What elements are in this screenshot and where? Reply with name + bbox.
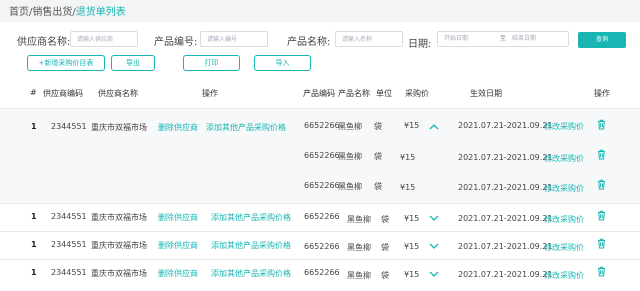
edit-price-link[interactable]: 修改采购价 <box>544 214 584 225</box>
breadcrumb: 首页/销售出货/退货单列表 <box>9 3 126 18</box>
product-name-label: 产品名称: <box>287 37 331 48</box>
trash-icon[interactable] <box>597 210 606 221</box>
product-name: 黑鱼柳 <box>347 243 371 252</box>
print-button[interactable]: 打印 <box>183 55 240 71</box>
product-name: 黑鱼柳 <box>347 271 371 280</box>
trash-icon[interactable] <box>597 266 606 277</box>
header-supplier-code: 供应商编码 <box>43 89 83 98</box>
product-code-input[interactable]: 请输入编号 <box>200 31 268 47</box>
product-name: 黑鱼柳 <box>338 152 362 161</box>
date-end[interactable]: 结束日期 <box>506 31 568 47</box>
trash-icon[interactable] <box>597 149 606 160</box>
header-effective-date: 生效日期 <box>470 89 502 98</box>
product-code: 6652266 <box>304 151 340 160</box>
delete-supplier-link[interactable]: 删除供应商 <box>158 212 198 223</box>
import-button[interactable]: 导入 <box>254 55 311 71</box>
product-code: 6652266 <box>304 212 340 221</box>
product-name: 黑鱼柳 <box>347 215 371 224</box>
header-supplier-name: 供应商名称 <box>98 89 138 98</box>
date-start[interactable]: 开始日期 <box>438 31 500 47</box>
product-code: 6652266 <box>304 268 340 277</box>
trash-icon[interactable] <box>597 179 606 190</box>
row-divider <box>0 203 640 204</box>
header-operations: 操作 <box>202 89 218 98</box>
header-actions: 操作 <box>594 89 610 98</box>
supplier-code: 2344551 <box>51 268 87 277</box>
edit-price-link[interactable]: 修改采购价 <box>544 183 584 194</box>
add-price-list-button[interactable]: +新增采购价目表 <box>27 55 105 71</box>
header-product-code: 产品编码 <box>303 89 335 98</box>
row-index: 1 <box>31 268 37 277</box>
row-index: 1 <box>31 240 37 249</box>
chevron-down-icon[interactable] <box>429 270 439 278</box>
unit: 袋 <box>374 122 382 131</box>
chevron-down-icon[interactable] <box>429 242 439 250</box>
effective-date: 2021.07.21-2021.09.21 <box>458 242 553 251</box>
trash-icon[interactable] <box>597 238 606 249</box>
supplier-code: 2344551 <box>51 240 87 249</box>
header-price: 采购价 <box>405 89 429 98</box>
effective-date: 2021.07.21-2021.09.21 <box>458 270 553 279</box>
price: ¥15 <box>400 183 416 192</box>
supplier-name: 重庆市双福市场 <box>91 123 147 132</box>
unit: 袋 <box>374 182 382 191</box>
effective-date: 2021.07.21-2021.09.21 <box>458 214 553 223</box>
price: ¥15 <box>404 242 420 251</box>
price: ¥15 <box>404 121 420 130</box>
delete-supplier-link[interactable]: 删除供应商 <box>158 240 198 251</box>
effective-date: 2021.07.21-2021.09.21 <box>458 121 553 130</box>
row-index: 1 <box>31 122 37 131</box>
header-product-name: 产品名称 <box>338 89 370 98</box>
product-code: 6652266 <box>304 121 340 130</box>
query-button[interactable]: 查询 <box>578 32 626 48</box>
date-label: 日期: <box>408 39 432 50</box>
add-other-price-link[interactable]: 添加其他产品采购价格 <box>206 122 286 133</box>
supplier-name: 重庆市双福市场 <box>91 213 147 222</box>
product-code-label: 产品编号: <box>154 37 198 48</box>
unit: 袋 <box>381 271 389 280</box>
unit: 袋 <box>374 152 382 161</box>
delete-supplier-link[interactable]: 删除供应商 <box>158 122 198 133</box>
supplier-code: 2344551 <box>51 122 87 131</box>
price: ¥15 <box>404 214 420 223</box>
add-other-price-link[interactable]: 添加其他产品采购价格 <box>211 212 291 223</box>
product-name: 黑鱼柳 <box>338 182 362 191</box>
header-index: # <box>30 88 37 97</box>
date-range-input[interactable]: 开始日期 至 结束日期 <box>437 31 569 47</box>
unit: 袋 <box>381 243 389 252</box>
chevron-up-icon[interactable] <box>429 123 439 131</box>
price: ¥15 <box>400 153 416 162</box>
supplier-label: 供应商名称: <box>17 37 71 48</box>
product-name-input[interactable]: 请输入名称 <box>335 31 403 47</box>
trash-icon[interactable] <box>597 119 606 130</box>
price: ¥15 <box>404 270 420 279</box>
add-other-price-link[interactable]: 添加其他产品采购价格 <box>211 268 291 279</box>
breadcrumb-path[interactable]: 首页/销售出货/ <box>9 7 76 18</box>
export-button[interactable]: 导出 <box>111 55 155 71</box>
add-other-price-link[interactable]: 添加其他产品采购价格 <box>211 240 291 251</box>
supplier-name: 重庆市双福市场 <box>91 241 147 250</box>
delete-supplier-link[interactable]: 删除供应商 <box>158 268 198 279</box>
effective-date: 2021.07.21-2021.09.21 <box>458 183 553 192</box>
edit-price-link[interactable]: 修改采购价 <box>544 270 584 281</box>
product-code: 6652266 <box>304 181 340 190</box>
product-code: 6652266 <box>304 242 340 251</box>
edit-price-link[interactable]: 修改采购价 <box>544 242 584 253</box>
supplier-name: 重庆市双福市场 <box>91 269 147 278</box>
header-unit: 单位 <box>376 89 392 98</box>
row-divider <box>0 231 640 232</box>
edit-price-link[interactable]: 修改采购价 <box>544 121 584 132</box>
unit: 袋 <box>381 215 389 224</box>
effective-date: 2021.07.21-2021.09.21 <box>458 153 553 162</box>
row-divider <box>0 259 640 260</box>
breadcrumb-current: 退货单列表 <box>75 7 126 18</box>
supplier-input[interactable]: 请输入供应商 <box>70 31 138 47</box>
chevron-down-icon[interactable] <box>429 214 439 222</box>
supplier-code: 2344551 <box>51 212 87 221</box>
row-index: 1 <box>31 212 37 221</box>
edit-price-link[interactable]: 修改采购价 <box>544 153 584 164</box>
product-name: 黑鱼柳 <box>338 122 362 131</box>
